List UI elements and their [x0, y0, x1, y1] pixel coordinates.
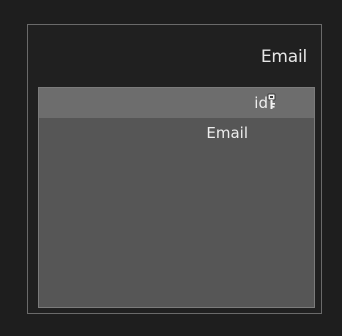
primary-key-icon: [266, 93, 278, 111]
field-row-email[interactable]: Email: [39, 118, 314, 148]
field-row-id[interactable]: id: [39, 88, 314, 118]
field-label: Email: [206, 124, 248, 142]
email-entity-panel: Email id Email: [27, 24, 322, 314]
panel-title: Email: [260, 47, 307, 67]
field-list[interactable]: id Email: [38, 87, 315, 308]
